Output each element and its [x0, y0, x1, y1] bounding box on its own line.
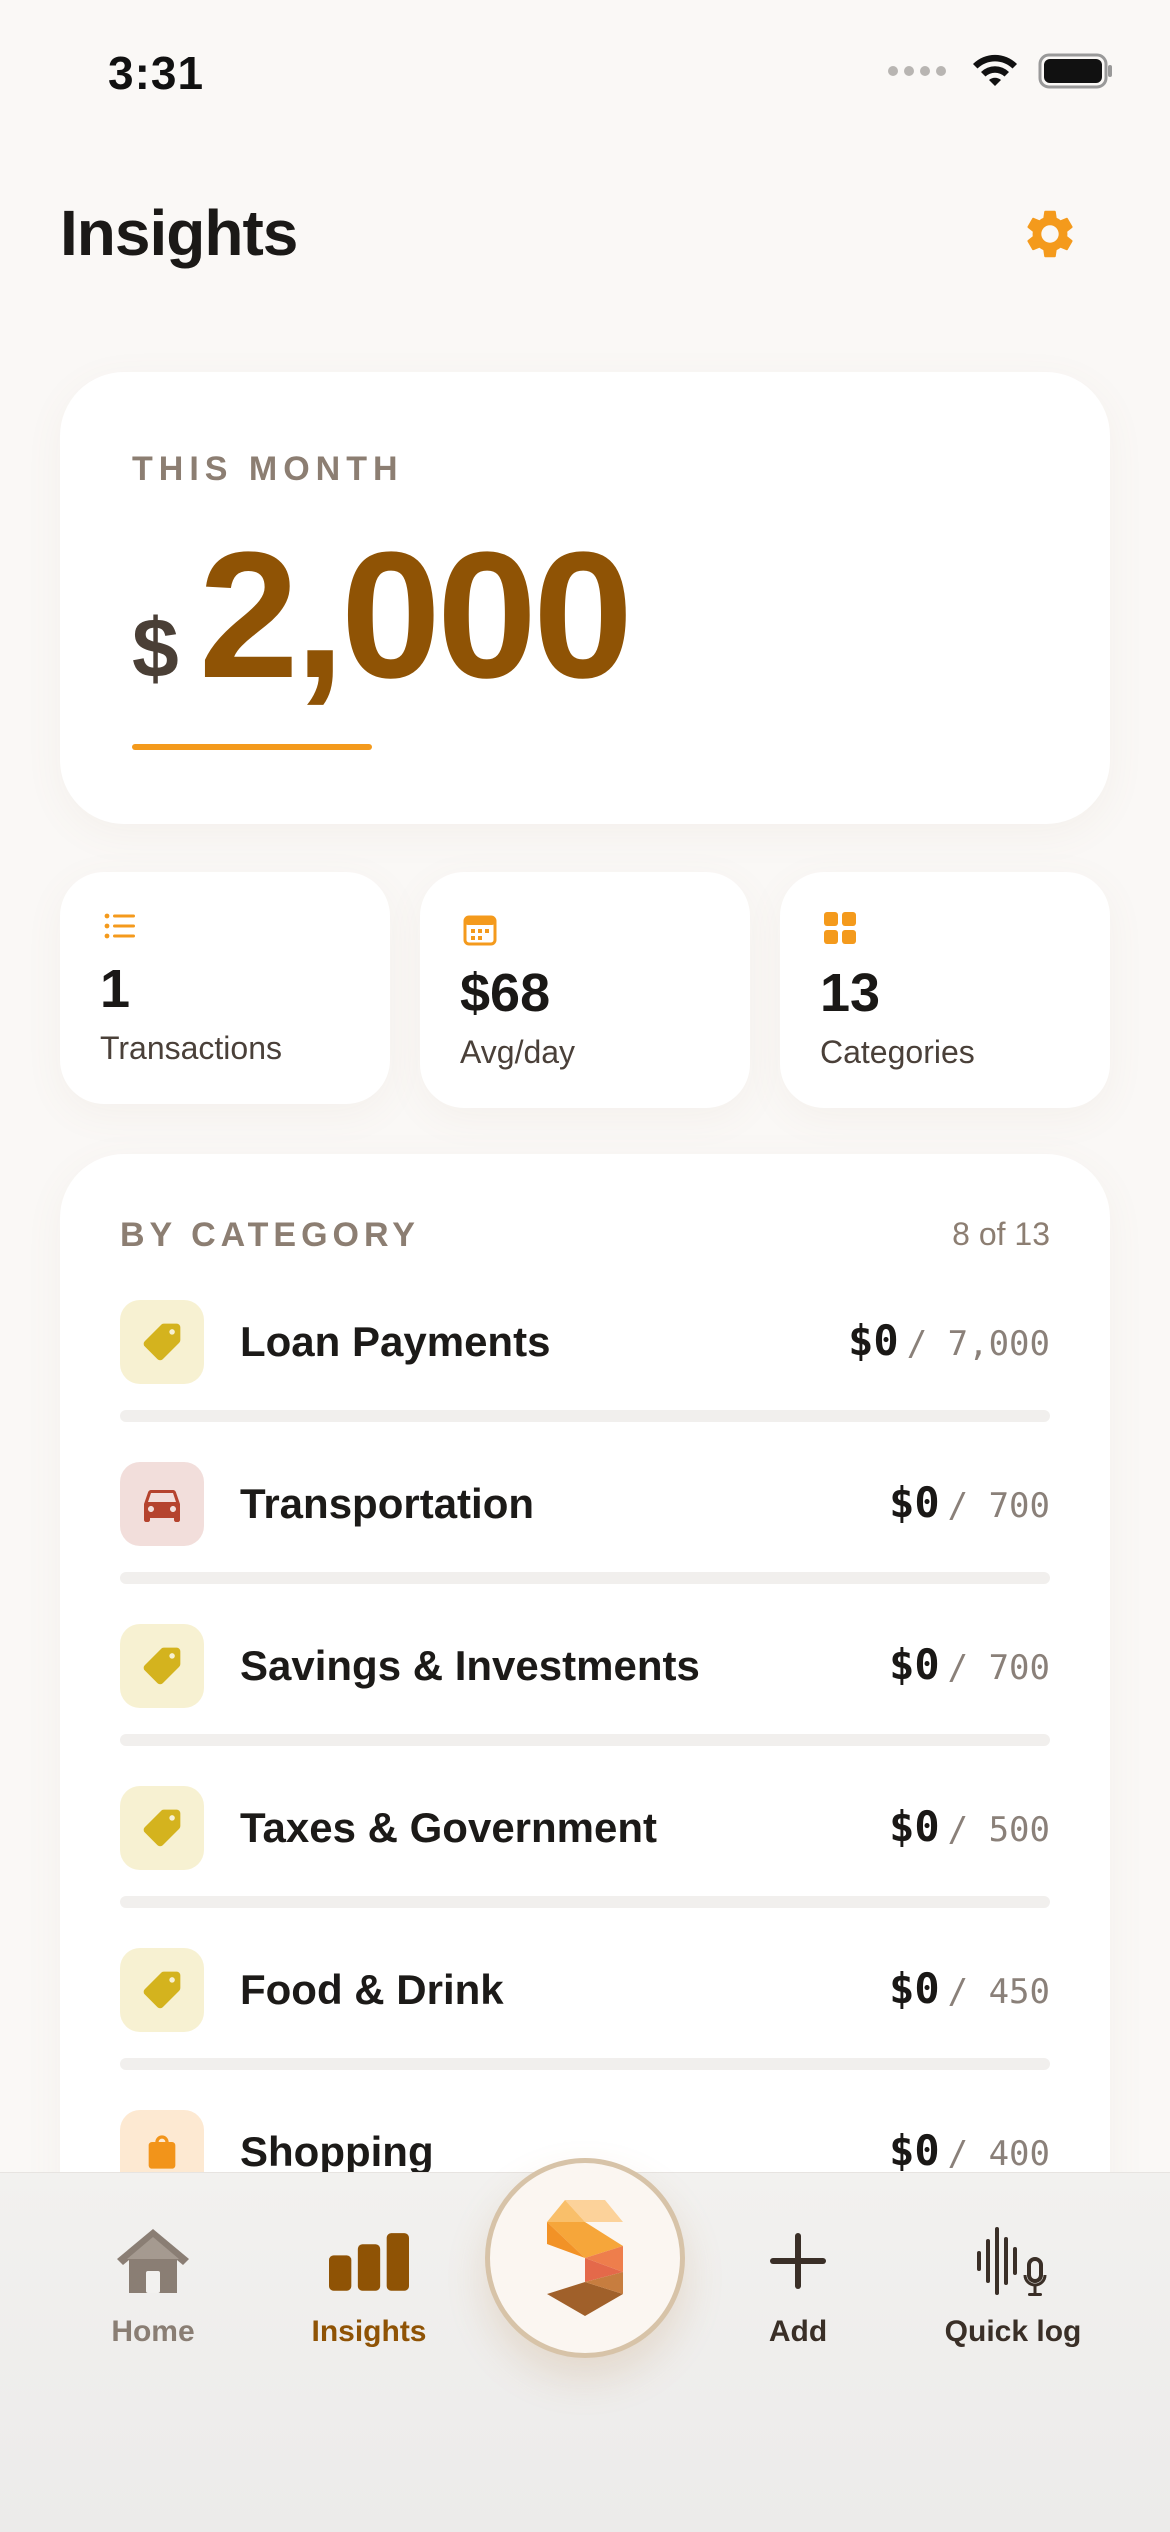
nav-label: Quick log	[944, 2315, 1082, 2348]
category-name: Food & Drink	[240, 1966, 504, 2013]
category-budget: / 700	[947, 1648, 1050, 1688]
stat-value: 1	[100, 959, 131, 1019]
category-amounts: $0 / 450	[889, 1964, 1050, 2013]
category-budget: / 500	[947, 1810, 1050, 1850]
category-spent: $0	[889, 1640, 940, 1689]
category-amounts: $0 / 7,000	[848, 1316, 1050, 1365]
category-icon	[120, 1462, 204, 1546]
nav-label: Home	[111, 2315, 195, 2348]
stat-card-avg-day[interactable]: $68 Avg/day	[420, 872, 750, 1108]
list-item[interactable]: Loan Payments $0 / 7,000	[120, 1300, 1050, 1462]
category-amounts: $0 / 400	[889, 2126, 1050, 2175]
category-budget: / 400	[947, 2134, 1050, 2174]
category-name: Taxes & Government	[240, 1804, 658, 1851]
assistant-button[interactable]	[485, 2158, 685, 2358]
category-budget: / 7,000	[906, 1324, 1050, 1364]
category-name: Shopping	[240, 2128, 434, 2175]
category-progress-bar	[120, 1410, 1050, 1422]
category-list: Loan Payments $0 / 7,000 Transportation …	[120, 1300, 1050, 2272]
category-icon	[120, 1624, 204, 1708]
nav-label: Add	[768, 2315, 828, 2348]
nav-add[interactable]: Add	[688, 2221, 908, 2349]
list-item[interactable]: Savings & Investments $0 / 700	[120, 1624, 1050, 1786]
stat-value: $68	[460, 963, 551, 1023]
category-progress-bar	[120, 1896, 1050, 1908]
category-icon	[120, 1300, 204, 1384]
category-header: BY CATEGORY	[120, 1216, 420, 1254]
stat-value: 13	[820, 963, 881, 1023]
stat-card-transactions[interactable]: 1 Transactions	[60, 872, 390, 1104]
tag-icon	[143, 1809, 181, 1847]
category-spent: $0	[889, 1802, 940, 1851]
calendar-icon	[463, 915, 497, 946]
stat-label: Avg/day	[460, 1034, 576, 1070]
category-spent: $0	[889, 2126, 940, 2175]
category-progress-bar	[120, 2058, 1050, 2070]
voice-wave-icon	[973, 2221, 1053, 2301]
status-time: 3:31	[108, 47, 205, 99]
stat-card-categories[interactable]: 13 Categories	[780, 872, 1110, 1108]
plus-icon	[758, 2221, 838, 2301]
list-item[interactable]: Taxes & Government $0 / 500	[120, 1786, 1050, 1948]
category-icon	[120, 1948, 204, 2032]
category-progress-bar	[120, 1734, 1050, 1746]
tag-icon	[143, 1971, 181, 2009]
app-logo-icon	[547, 2200, 623, 2316]
stat-label: Transactions	[100, 1030, 282, 1066]
signal-icon	[888, 66, 946, 76]
settings-button[interactable]	[1018, 202, 1082, 266]
list-item[interactable]: Transportation $0 / 700	[120, 1462, 1050, 1624]
status-icons	[888, 52, 1114, 90]
category-spent: $0	[889, 1478, 940, 1527]
category-progress-bar	[120, 1572, 1050, 1584]
page-title: Insights	[60, 197, 298, 269]
month-amount: $ 2,000	[132, 512, 633, 719]
category-name: Transportation	[240, 1480, 535, 1527]
category-count[interactable]: 8 of 13	[952, 1216, 1050, 1253]
category-spent: $0	[848, 1316, 899, 1365]
nav-label: Insights	[311, 2315, 427, 2348]
wifi-icon	[973, 54, 1017, 86]
month-amount-value: 2,000	[198, 515, 633, 716]
category-budget: / 700	[947, 1486, 1050, 1526]
currency-symbol: $	[132, 601, 179, 695]
category-amounts: $0 / 700	[889, 1478, 1050, 1527]
nav-home[interactable]: Home	[43, 2221, 263, 2349]
stat-label: Categories	[820, 1034, 975, 1070]
month-summary-card: THIS MONTH $ 2,000	[60, 372, 1110, 824]
month-label: THIS MONTH	[132, 450, 404, 488]
bar-chart-icon	[329, 2221, 409, 2301]
bag-icon	[148, 2135, 176, 2169]
list-icon	[104, 913, 135, 939]
month-underline	[132, 744, 372, 750]
grid-icon	[824, 912, 856, 944]
list-item[interactable]: Food & Drink $0 / 450	[120, 1948, 1050, 2110]
category-amounts: $0 / 500	[889, 1802, 1050, 1851]
gear-icon	[1027, 210, 1073, 258]
status-bar: 3:31	[0, 0, 1170, 150]
tag-icon	[143, 1323, 181, 1361]
battery-icon	[1038, 53, 1112, 89]
car-icon	[144, 1490, 180, 1522]
category-budget: / 450	[947, 1972, 1050, 2012]
category-name: Savings & Investments	[240, 1642, 700, 1689]
home-icon	[113, 2221, 193, 2301]
tag-icon	[143, 1647, 181, 1685]
category-spent: $0	[889, 1964, 940, 2013]
category-name: Loan Payments	[240, 1318, 551, 1365]
nav-insights[interactable]: Insights	[259, 2221, 479, 2349]
nav-quick-log[interactable]: Quick log	[903, 2221, 1123, 2349]
category-icon	[120, 1786, 204, 1870]
category-amounts: $0 / 700	[889, 1640, 1050, 1689]
